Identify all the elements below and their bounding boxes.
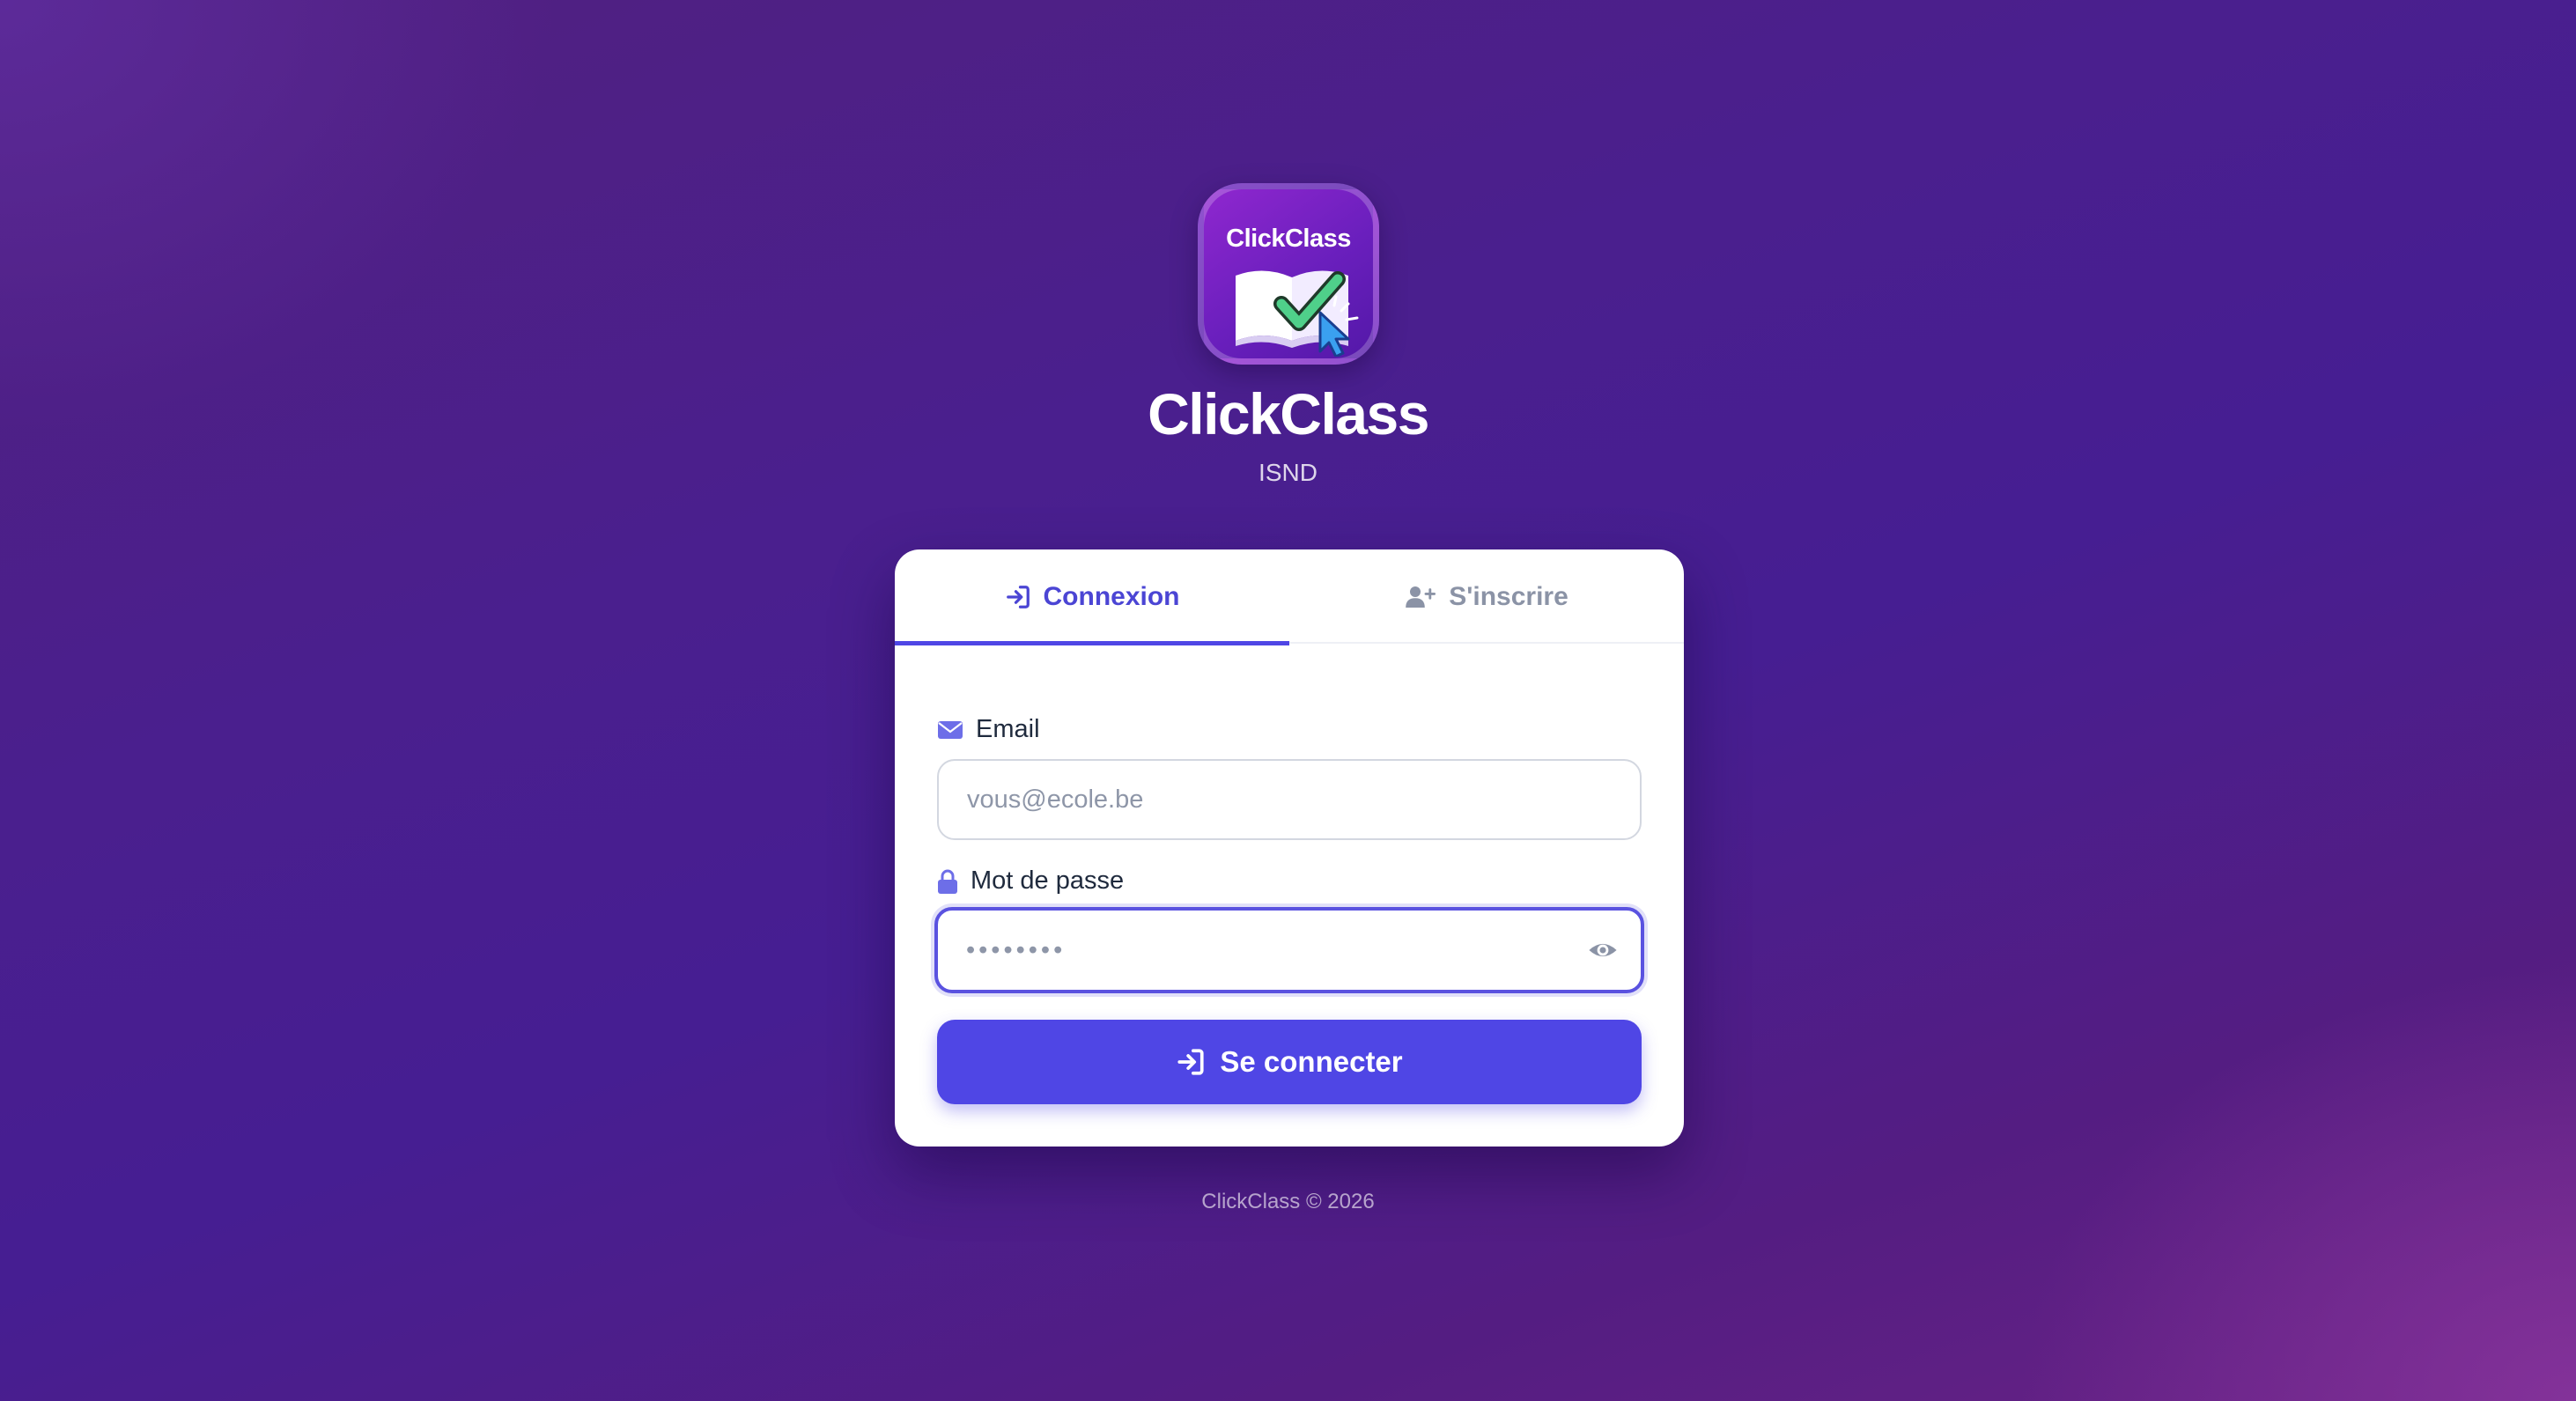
tab-signup[interactable]: S'inscrire [1289,549,1684,644]
email-label: Email [937,715,1040,744]
login-button[interactable]: Se connecter [937,1020,1642,1104]
tab-login-label: Connexion [1043,581,1180,611]
login-page: ClickClass ClickClass ISND Connexion S'i… [0,0,2576,1401]
app-subtitle: ISND [1258,459,1318,486]
email-placeholder: vous@ecole.be [967,785,1144,814]
book-check-cursor-icon [1236,270,1359,357]
sign-in-icon [1177,1049,1204,1075]
lock-icon [938,869,957,894]
footer-copyright: ClickClass © 2026 [1201,1190,1375,1213]
show-password-eye-icon[interactable] [1588,935,1618,965]
email-label-text: Email [976,715,1040,743]
password-field[interactable]: •••••••• [934,907,1644,993]
password-label: Mot de passe [937,866,1124,896]
envelope-icon [938,720,963,739]
user-plus-icon [1406,586,1436,608]
sign-in-icon [1006,585,1030,608]
tab-signup-label: S'inscrire [1449,581,1568,611]
email-field[interactable]: vous@ecole.be [937,759,1642,840]
app-title: ClickClass [1148,381,1429,446]
logo-text: ClickClass [1226,225,1351,253]
auth-tabs: Connexion S'inscrire [895,549,1684,645]
login-button-label: Se connecter [1220,1045,1403,1078]
tab-login[interactable]: Connexion [895,549,1289,645]
password-placeholder: •••••••• [966,935,1067,964]
app-logo: ClickClass [1198,183,1379,365]
password-label-text: Mot de passe [971,866,1125,895]
